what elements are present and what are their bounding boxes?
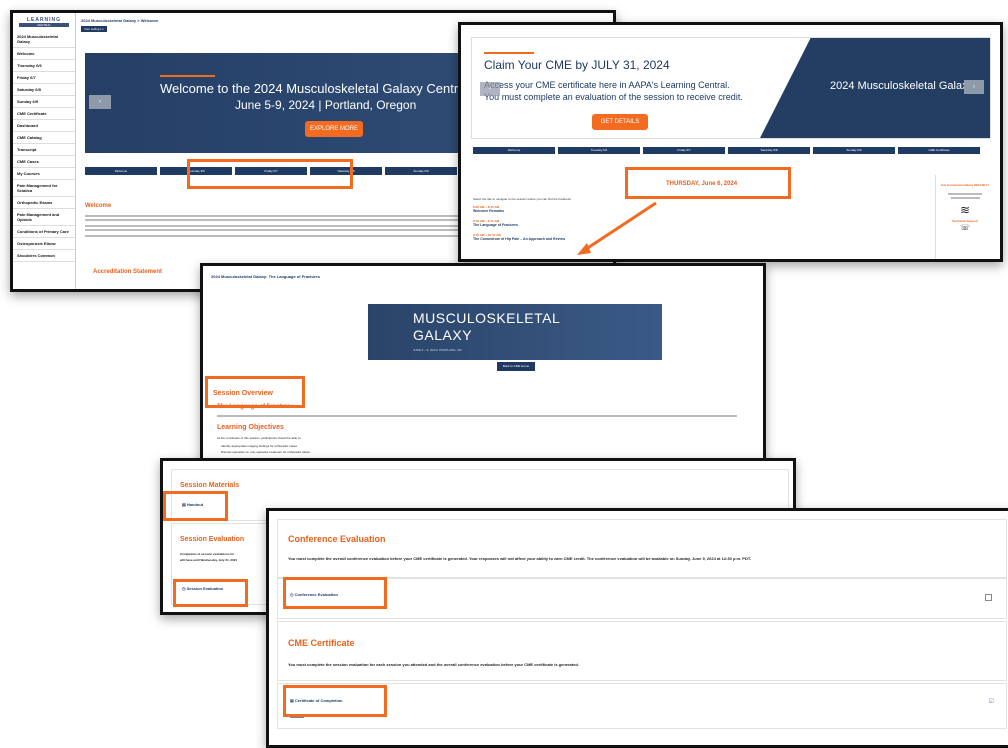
cme-heading: CME Certificate <box>288 638 355 648</box>
sidebar-item[interactable]: My Courses <box>13 168 75 180</box>
sidebar-item[interactable]: 2024 Musculoskeletal Galaxy <box>13 31 75 48</box>
logo: LEARNING CENTRAL <box>19 17 69 27</box>
sidebar-item[interactable]: Sunday 6/9 <box>13 96 75 108</box>
screenshot-cme-certificate: Conference Evaluation You must complete … <box>266 508 1008 748</box>
cme-text: You must complete the session evaluation… <box>288 662 579 667</box>
status-check-icon: ☑ <box>988 699 994 705</box>
sidebar-item[interactable]: Orthopedic Exams <box>13 197 75 209</box>
objective-item: Discuss operative vs. non-operative trea… <box>221 450 310 454</box>
sidebar-item[interactable]: Welcome <box>13 48 75 60</box>
conference-text: You must complete the overall conference… <box>288 556 751 561</box>
conference-heading: Conference Evaluation <box>288 534 386 544</box>
conference-section: Conference Evaluation You must complete … <box>277 519 1007 579</box>
sidebar-item[interactable]: Osteoporosis Elbow <box>13 238 75 250</box>
breadcrumb[interactable]: 2024 Musculoskeletal Galaxy > Welcome <box>81 18 158 23</box>
highlight-handout <box>163 491 228 521</box>
hero-accent-line <box>160 75 215 77</box>
highlight-session-overview <box>205 376 305 408</box>
cme-section: CME Certificate You must complete the se… <box>277 621 1007 681</box>
sidebar-item[interactable]: Pain Management for Sciatica <box>13 180 75 197</box>
highlight-certificate-of-completion <box>283 685 387 717</box>
arrow-annotation <box>577 201 657 255</box>
carousel-prev-button[interactable]: ‹ <box>89 95 111 109</box>
screenshot-thursday-page: Claim Your CME by JULY 31, 2024 Access y… <box>458 22 1003 262</box>
welcome-heading: Welcome <box>85 203 112 209</box>
evaluation-heading: Session Evaluation <box>180 536 245 543</box>
accreditation-heading: Accreditation Statement <box>93 269 163 275</box>
highlight-conference-evaluation <box>283 577 387 609</box>
back-to-cme-button[interactable]: Back to CME Home <box>497 362 535 371</box>
explore-more-button[interactable]: EXPLORE MORE <box>305 121 363 137</box>
sidebar-item[interactable]: Conditions of Primary Care <box>13 226 75 238</box>
sidebar-item[interactable]: Transcript <box>13 144 75 156</box>
highlight-thursday-tab <box>187 159 353 189</box>
sidebar-item[interactable]: Dashboard <box>13 120 75 132</box>
objectives-intro: At the conclusion of this session, parti… <box>217 436 302 440</box>
hero-subtitle: June 5-9, 2024 | Portland, Oregon <box>235 98 417 112</box>
sidebar-item[interactable]: Saturday 6/8 <box>13 84 75 96</box>
breadcrumb[interactable]: 2024 Musculoskeletal Galaxy: The Languag… <box>211 274 320 279</box>
chevron-left-icon: ‹ <box>99 99 101 105</box>
materials-heading: Session Materials <box>180 482 240 489</box>
sidebar-item[interactable]: Friday 6/7 <box>13 72 75 84</box>
sidebar-item[interactable]: Pain Management and Opioids <box>13 209 75 226</box>
completion-checkbox[interactable] <box>985 594 992 601</box>
screenshot-session-page: 2024 Musculoskeletal Galaxy: The Languag… <box>200 263 766 463</box>
tab-0[interactable]: Welcome <box>85 167 157 175</box>
sidebar: LEARNING CENTRAL 2024 Musculoskeletal Ga… <box>13 13 76 289</box>
sidebar-item[interactable]: Shoulders Common <box>13 250 75 262</box>
learning-objectives-heading: Learning Objectives <box>217 424 284 431</box>
tab-4[interactable]: Sunday 6/9 <box>385 167 457 175</box>
sidebar-item[interactable]: CME Cases <box>13 156 75 168</box>
objectives-list: Identify appropriate imaging findings fo… <box>221 443 310 455</box>
status-badge: Your selling Ln <box>81 26 107 32</box>
sidebar-item[interactable]: Thursday 6/6 <box>13 60 75 72</box>
hero-title: Welcome to the 2024 Musculoskeletal Gala… <box>160 81 469 96</box>
sidebar-item[interactable]: CME Catalog <box>13 132 75 144</box>
galaxy-hero: MUSCULOSKELETAL GALAXY JUNE 5 – 9, 2024 … <box>368 304 662 360</box>
sidebar-item[interactable]: CME Certificate <box>13 108 75 120</box>
highlight-session-evaluation <box>173 579 248 607</box>
